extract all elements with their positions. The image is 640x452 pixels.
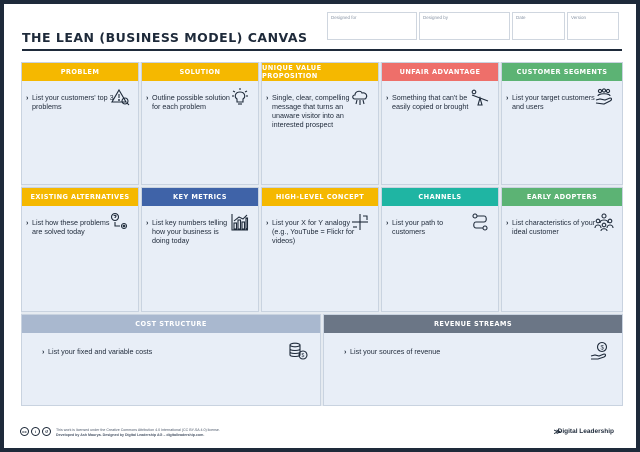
coins-icon: $: [288, 341, 308, 361]
customer-segments-block[interactable]: CUSTOMER SEGMENTS List your target custo…: [501, 62, 623, 185]
problem-header: PROBLEM: [22, 63, 138, 81]
unfair-advantage-block[interactable]: UNFAIR ADVANTAGE Something that can't be…: [381, 62, 499, 185]
customer-segments-text: List your target customers and users: [506, 93, 598, 111]
date-label: Date: [516, 15, 526, 20]
key-metrics-header: KEY METRICS: [142, 188, 258, 206]
channels-header: CHANNELS: [382, 188, 498, 206]
key-metrics-text: List key numbers telling how your busine…: [146, 218, 238, 245]
existing-alternatives-block[interactable]: EXISTING ALTERNATIVES List how these pro…: [21, 187, 139, 312]
seesaw-icon: [470, 87, 490, 107]
canvas-grid: PROBLEM List your customers' top 3 probl…: [21, 62, 623, 406]
money-hand-icon: $: [590, 341, 610, 361]
solution-header: SOLUTION: [142, 63, 258, 81]
by-license-icon: i: [31, 427, 40, 436]
route-icon: [470, 212, 490, 232]
license-text: This work is licensed under the Creative…: [56, 428, 220, 432]
existing-alternatives-text: List how these problems are solved today: [26, 218, 118, 236]
uvp-text: Single, clear, compelling message that t…: [266, 93, 358, 129]
canvas-sheet: THE LEAN (BUSINESS MODEL) CANVAS Designe…: [4, 4, 636, 448]
designed-for-label: Designed for: [331, 15, 357, 20]
cost-structure-header: COST STRUCTURE: [22, 315, 320, 333]
cost-structure-block[interactable]: COST STRUCTURE List your fixed and varia…: [21, 314, 321, 406]
credits-text: Developed by Ash Maurya. Designed by Dig…: [56, 433, 205, 437]
people-hand-icon: [594, 87, 614, 107]
solution-block[interactable]: SOLUTION Outline possible solution for e…: [141, 62, 259, 185]
early-adopters-block[interactable]: EARLY ADOPTERS List characteristics of y…: [501, 187, 623, 312]
existing-alternatives-header: EXISTING ALTERNATIVES: [22, 188, 138, 206]
group-icon: [594, 212, 614, 232]
designed-by-field[interactable]: Designed by: [419, 12, 510, 40]
unfair-advantage-text: Something that can't be easily copied or…: [386, 93, 478, 111]
problem-block[interactable]: PROBLEM List your customers' top 3 probl…: [21, 62, 139, 185]
high-level-concept-header: HIGH-LEVEL CONCEPT: [262, 188, 378, 206]
customer-segments-header: CUSTOMER SEGMENTS: [502, 63, 622, 81]
bar-chart-icon: [230, 212, 250, 232]
revenue-streams-block[interactable]: REVENUE STREAMS List your sources of rev…: [323, 314, 623, 406]
problem-text: List your customers' top 3 problems: [26, 93, 118, 111]
date-field[interactable]: Date: [512, 12, 565, 40]
brand-name[interactable]: Digital Leadership: [558, 428, 614, 435]
cloud-idea-icon: [350, 87, 370, 107]
cc-license-icon: cc: [20, 427, 29, 436]
early-adopters-text: List characteristics of your ideal custo…: [506, 218, 598, 236]
cost-structure-text: List your fixed and variable costs: [42, 347, 268, 356]
high-level-concept-text: List your X for Y analogy (e.g., YouTube…: [266, 218, 358, 245]
page-title: THE LEAN (BUSINESS MODEL) CANVAS: [22, 30, 308, 45]
lightbulb-icon: [230, 87, 250, 107]
warning-magnifier-icon: [110, 87, 130, 107]
designed-by-label: Designed by: [423, 15, 449, 20]
early-adopters-header: EARLY ADOPTERS: [502, 188, 622, 206]
key-metrics-block[interactable]: KEY METRICS List key numbers telling how…: [141, 187, 259, 312]
version-label: Version: [571, 15, 587, 20]
svg-text:$: $: [302, 353, 305, 359]
high-level-concept-block[interactable]: HIGH-LEVEL CONCEPT List your X for Y ana…: [261, 187, 379, 312]
revenue-streams-header: REVENUE STREAMS: [324, 315, 622, 333]
channels-text: List your path to customers: [386, 218, 478, 236]
designed-for-field[interactable]: Designed for: [327, 12, 417, 40]
sa-license-icon: ↺: [42, 427, 51, 436]
revenue-streams-text: List your sources of revenue: [344, 347, 570, 356]
crossroads-icon: [350, 212, 370, 232]
uvp-block[interactable]: UNIQUE VALUE PROPOSITION Single, clear, …: [261, 62, 379, 185]
unfair-advantage-header: UNFAIR ADVANTAGE: [382, 63, 498, 81]
channels-block[interactable]: CHANNELS List your path to customers: [381, 187, 499, 312]
uvp-header: UNIQUE VALUE PROPOSITION: [262, 63, 378, 81]
version-field[interactable]: Version: [567, 12, 619, 40]
question-process-icon: [110, 212, 130, 232]
svg-text:$: $: [601, 345, 605, 351]
solution-text: Outline possible solution for each probl…: [146, 93, 238, 111]
title-divider: [22, 49, 622, 51]
